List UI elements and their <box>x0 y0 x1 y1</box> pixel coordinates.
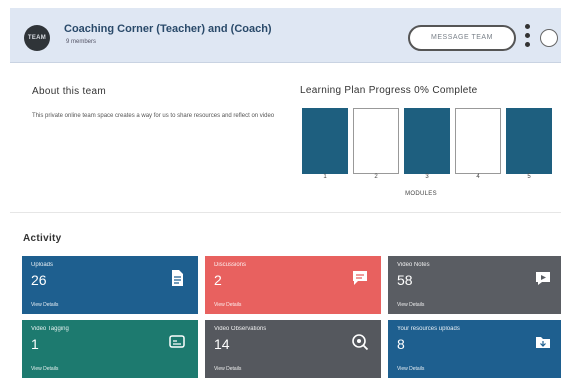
member-count[interactable]: 9 members <box>66 39 96 45</box>
folder-icon <box>534 333 552 351</box>
section-divider <box>10 212 561 213</box>
activity-card[interactable]: Video Observations 14 View Details <box>205 320 381 378</box>
module-5-box[interactable] <box>506 108 552 174</box>
message-team-button[interactable]: MESSAGE TEAM <box>408 25 516 51</box>
about-description: This private online team space creates a… <box>32 113 275 119</box>
module-2-box[interactable] <box>353 108 399 174</box>
modules-axis-label: MODULES <box>405 191 437 197</box>
view-details-link[interactable]: View Details <box>397 302 424 308</box>
chat-icon <box>351 269 369 287</box>
module-1-number: 1 <box>323 174 327 180</box>
activity-title: Activity <box>23 233 62 244</box>
team-name: Coaching Corner (Teacher) and (Coach) <box>64 23 272 35</box>
view-details-link[interactable]: View Details <box>214 302 241 308</box>
view-details-link[interactable]: View Details <box>31 302 58 308</box>
video-comment-icon <box>534 269 552 287</box>
video-tag-icon <box>168 333 186 351</box>
team-header: TEAM Coaching Corner (Teacher) and (Coac… <box>10 8 561 63</box>
more-options-icon[interactable] <box>524 24 530 52</box>
activity-card-value: 8 <box>397 336 405 352</box>
module-3-box[interactable] <box>404 108 450 174</box>
activity-card-value: 2 <box>214 272 222 288</box>
module-1-box[interactable] <box>302 108 348 174</box>
activity-card-label: Uploads <box>31 262 54 268</box>
team-avatar: TEAM <box>24 25 50 51</box>
zoom-icon <box>351 333 369 351</box>
activity-card-value: 26 <box>31 272 47 288</box>
activity-card-value: 1 <box>31 336 39 352</box>
view-details-link[interactable]: View Details <box>397 366 424 372</box>
view-details-link[interactable]: View Details <box>31 366 58 372</box>
activity-card-label: Discussions <box>214 262 247 268</box>
activity-card-label: Video Observations <box>214 326 267 332</box>
activity-card[interactable]: Your resources uploads 8 View Details <box>388 320 561 378</box>
activity-card[interactable]: Discussions 2 View Details <box>205 256 381 314</box>
activity-card-value: 58 <box>397 272 413 288</box>
module-2-number: 2 <box>374 174 378 180</box>
activity-card-label: Your resources uploads <box>397 326 460 332</box>
activity-card[interactable]: Video Notes 58 View Details <box>388 256 561 314</box>
status-toggle-icon[interactable] <box>540 29 558 47</box>
activity-card[interactable]: Video Tagging 1 View Details <box>22 320 198 378</box>
module-4-number: 4 <box>476 174 480 180</box>
module-5-number: 5 <box>527 174 531 180</box>
activity-card-value: 14 <box>214 336 230 352</box>
view-details-link[interactable]: View Details <box>214 366 241 372</box>
module-3-number: 3 <box>425 174 429 180</box>
activity-card[interactable]: Uploads 26 View Details <box>22 256 198 314</box>
document-icon <box>168 269 186 287</box>
activity-card-label: Video Tagging <box>31 326 69 332</box>
module-4-box[interactable] <box>455 108 501 174</box>
about-title: About this team <box>32 86 106 97</box>
activity-card-label: Video Notes <box>397 262 430 268</box>
learning-plan-title: Learning Plan Progress 0% Complete <box>300 85 478 96</box>
